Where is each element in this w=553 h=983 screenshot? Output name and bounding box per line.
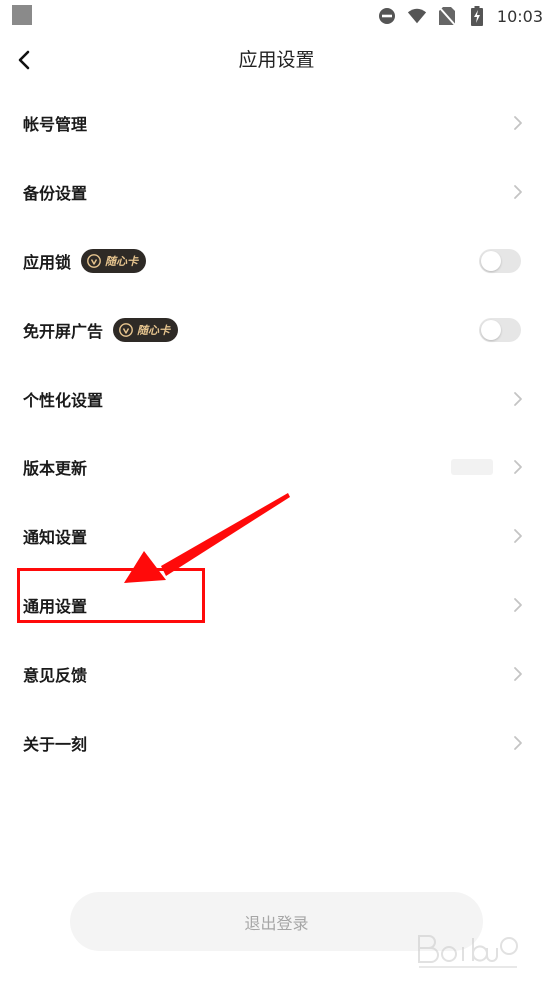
menu-item-label: 个性化设置: [23, 390, 104, 410]
status-icons: 10:03: [377, 4, 543, 28]
menu-item-label: 关于一刻: [23, 734, 88, 754]
menu-item-label: 通用设置: [23, 596, 88, 616]
chevron-right-icon: [514, 735, 522, 750]
menu-item-account[interactable]: 帐号管理: [0, 89, 553, 158]
badge-label: 随心卡: [137, 323, 171, 337]
badge-label: 随心卡: [105, 254, 139, 268]
menu-item-label: 免开屏广告: [23, 321, 104, 341]
no-sim-icon: [437, 6, 457, 26]
chevron-right-icon: [514, 185, 522, 200]
menu-item-label: 通知设置: [23, 528, 88, 548]
header: 应用设置: [0, 38, 553, 82]
status-time: 10:03: [496, 6, 543, 26]
app-lock-toggle[interactable]: [479, 248, 521, 273]
menu-item-label: 应用锁: [23, 252, 72, 272]
settings-list: 帐号管理 备份设置 应用锁 随心卡 免开屏广告 随心卡 个性化设置 版本更新 通…: [0, 89, 553, 777]
notification-icon: [12, 5, 32, 25]
vip-shield-icon: [87, 254, 101, 268]
vip-card-badge[interactable]: 随心卡: [113, 317, 179, 342]
page-title: 应用设置: [238, 49, 315, 71]
chevron-right-icon: [514, 598, 522, 612]
chevron-right-icon: [514, 116, 522, 131]
wifi-icon: [407, 6, 427, 26]
vip-card-badge[interactable]: 随心卡: [81, 248, 147, 273]
menu-item-personalization[interactable]: 个性化设置: [0, 364, 553, 433]
chevron-right-icon: [514, 529, 522, 544]
menu-item-label: 意见反馈: [23, 665, 88, 685]
menu-item-app-lock: 应用锁 随心卡: [0, 227, 553, 296]
menu-item-label: 备份设置: [23, 184, 88, 204]
menu-item-label: 版本更新: [23, 459, 88, 479]
menu-item-label: 帐号管理: [23, 115, 88, 135]
status-bar: 10:03: [0, 0, 553, 32]
battery-charging-icon: [467, 6, 487, 26]
chevron-right-icon: [514, 460, 522, 475]
menu-item-backup[interactable]: 备份设置: [0, 158, 553, 227]
toggle-knob: [481, 319, 501, 340]
baidu-jingyan-watermark-icon: [418, 935, 518, 968]
chevron-right-icon: [514, 666, 522, 681]
menu-item-feedback[interactable]: 意见反馈: [0, 639, 553, 708]
toggle-knob: [481, 250, 501, 271]
menu-item-version-update[interactable]: 版本更新: [0, 433, 553, 502]
do-not-disturb-icon: [377, 6, 397, 26]
menu-item-no-splash-ad: 免开屏广告 随心卡: [0, 295, 553, 364]
menu-item-general[interactable]: 通用设置: [0, 571, 553, 640]
vip-shield-icon: [119, 322, 133, 337]
no-splash-ad-toggle[interactable]: [479, 317, 521, 342]
chevron-right-icon: [514, 391, 522, 406]
menu-item-notification[interactable]: 通知设置: [0, 502, 553, 571]
version-number-blurred: [451, 459, 493, 476]
menu-item-about[interactable]: 关于一刻: [0, 708, 553, 777]
